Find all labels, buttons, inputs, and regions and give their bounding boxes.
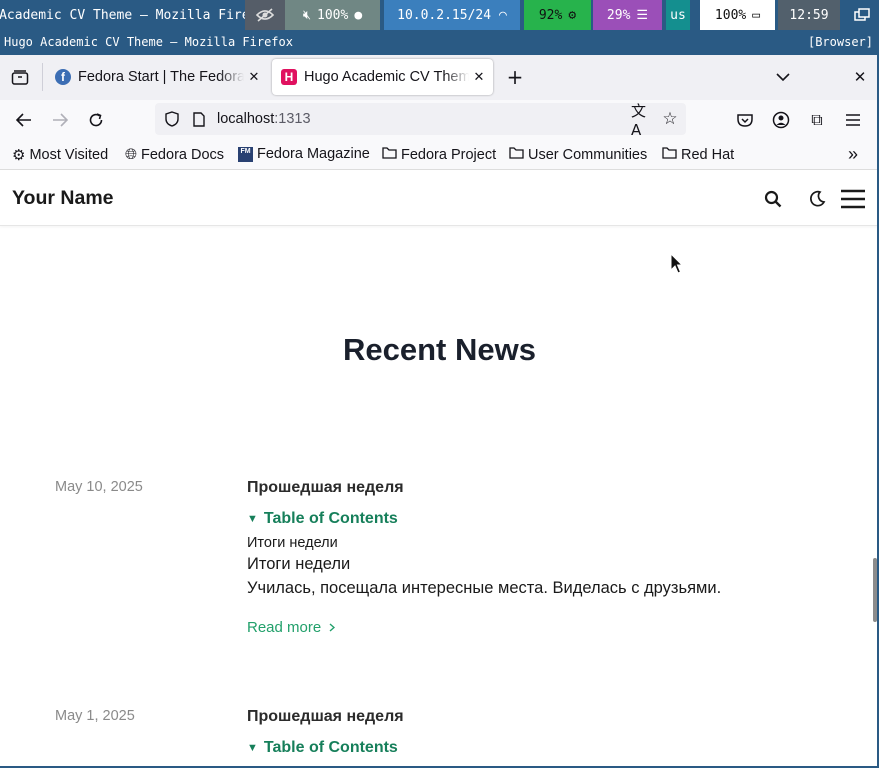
audio-status[interactable]: 🔇︎ 100% ● (285, 0, 380, 30)
bookmarks-overflow-chevron-icon[interactable]: » (848, 144, 858, 165)
post-summary: Училась, посещала интересные места. Виде… (247, 579, 722, 597)
bookmark-user-communities[interactable]: User Communities (509, 146, 647, 163)
tab-label: Hugo Academic CV Theme (304, 69, 469, 85)
bookmarks-toolbar: ⚙ Most Visited 🌐︎ Fedora Docs FM Fedora … (0, 140, 879, 170)
section-title: Recent News (343, 332, 536, 367)
window-title-bar: Hugo Academic CV Theme — Mozilla Firefox… (0, 30, 879, 55)
tab-label: Fedora Start | The Fedora Project (78, 69, 244, 85)
brightness-status[interactable]: 100% ▭ (700, 0, 775, 30)
firefox-view-icon[interactable] (8, 67, 32, 89)
screens-icon[interactable] (844, 0, 879, 30)
triangle-down-icon: ▼ (247, 742, 258, 754)
bookmark-red-hat[interactable]: Red Hat (662, 146, 734, 163)
translate-icon[interactable]: 文A (631, 102, 653, 139)
microphone-icon: ● (354, 7, 363, 23)
status-bar: Hugo Academic CV Theme — Mozilla Firefox… (0, 0, 879, 30)
globe-icon: 🌐︎ (125, 146, 138, 163)
network-icon: ◠ (499, 7, 507, 23)
folder-icon (382, 146, 397, 163)
tab-fedora-start[interactable]: f Fedora Start | The Fedora Project ✕ (46, 59, 268, 95)
brightness-level: 100% (714, 7, 747, 23)
forward-arrow-icon[interactable] (48, 108, 72, 132)
bookmark-fedora-docs[interactable]: 🌐︎ Fedora Docs (125, 146, 224, 163)
cpu-status[interactable]: 92% ⚙ (524, 0, 591, 30)
bookmark-fedora-magazine[interactable]: FM Fedora Magazine (238, 146, 370, 162)
read-more-link[interactable]: Read more (247, 619, 336, 636)
reload-icon[interactable] (84, 108, 108, 132)
folder-icon (509, 146, 524, 163)
battery-icon: ▭ (752, 7, 761, 23)
account-icon[interactable] (770, 108, 792, 132)
table-of-contents-toggle[interactable]: ▼ Table of Contents (247, 739, 398, 757)
memory-icon: ☰ (636, 7, 649, 23)
chevron-right-icon (329, 623, 336, 632)
app-menu-hamburger-icon[interactable] (842, 108, 864, 132)
page-content: Your Name Recent News May 10, 2025 Проше… (0, 171, 879, 768)
cpu-chip-icon: ⚙ (568, 7, 577, 23)
gear-icon: ⚙ (12, 147, 26, 164)
fedora-magazine-icon: FM (238, 146, 253, 162)
shield-icon[interactable] (161, 108, 183, 130)
toc-link[interactable]: Итоги недели (247, 535, 338, 551)
window-tag: [Browser] (807, 35, 873, 49)
close-tab-icon[interactable]: ✕ (244, 69, 264, 85)
post-title[interactable]: Прошедшая неделя (247, 479, 404, 497)
new-tab-plus-icon[interactable]: + (504, 65, 526, 89)
back-arrow-icon[interactable] (12, 108, 36, 132)
network-status[interactable]: 10.0.2.15/24 ◠ (384, 0, 520, 30)
post-title[interactable]: Прошедшая неделя (247, 708, 404, 726)
cpu-usage: 92% (538, 7, 563, 23)
site-navbar: Your Name (0, 171, 879, 226)
bookmark-most-visited[interactable]: ⚙ Most Visited (12, 146, 108, 164)
clock[interactable]: 12:59 (778, 0, 840, 30)
navigation-toolbar: localhost:1313 文A ☆ ⧉ (0, 100, 879, 140)
folder-icon (662, 146, 677, 163)
table-of-contents-toggle[interactable]: ▼ Table of Contents (247, 510, 398, 528)
extensions-puzzle-icon[interactable]: ⧉ (806, 108, 828, 132)
site-menu-hamburger-icon[interactable] (840, 187, 866, 211)
hugo-favicon-icon: H (281, 69, 297, 85)
mouse-cursor-icon (669, 252, 683, 274)
network-address: 10.0.2.15/24 (397, 7, 492, 23)
triangle-down-icon: ▼ (247, 513, 258, 525)
bookmark-star-icon[interactable]: ☆ (659, 108, 681, 130)
tab-strip: f Fedora Start | The Fedora Project ✕ H … (0, 55, 879, 100)
pocket-icon[interactable] (734, 108, 756, 132)
close-tab-icon[interactable]: ✕ (469, 69, 489, 85)
volume-level: 100% (317, 7, 349, 23)
post-date: May 1, 2025 (55, 708, 135, 724)
list-tabs-chevron-down-icon[interactable] (772, 65, 794, 89)
url-bar[interactable]: localhost:1313 文A ☆ (155, 102, 686, 139)
url-text[interactable]: localhost:1313 (217, 111, 311, 127)
site-brand[interactable]: Your Name (12, 187, 114, 210)
post-heading: Итоги недели (247, 555, 351, 573)
memory-status[interactable]: 29% ☰ (593, 0, 662, 30)
post-date: May 10, 2025 (55, 479, 143, 495)
memory-usage: 29% (606, 7, 631, 23)
fedora-logo-icon: f (55, 69, 71, 85)
bookmark-fedora-project[interactable]: Fedora Project (382, 146, 496, 163)
keyboard-layout[interactable]: us (666, 0, 690, 30)
window-title: Hugo Academic CV Theme — Mozilla Firefox (4, 35, 293, 49)
privacy-eye-icon[interactable] (245, 0, 285, 30)
search-icon[interactable] (762, 188, 784, 210)
status-window-title: Hugo Academic CV Theme — Mozilla Firefox (0, 7, 245, 23)
tab-hugo-academic[interactable]: H Hugo Academic CV Theme ✕ (272, 59, 493, 95)
page-info-icon[interactable] (189, 108, 209, 130)
close-window-icon[interactable]: ✕ (850, 65, 870, 89)
dark-mode-moon-icon[interactable] (806, 188, 828, 210)
speaker-muted-icon: 🔇︎ (302, 7, 312, 23)
